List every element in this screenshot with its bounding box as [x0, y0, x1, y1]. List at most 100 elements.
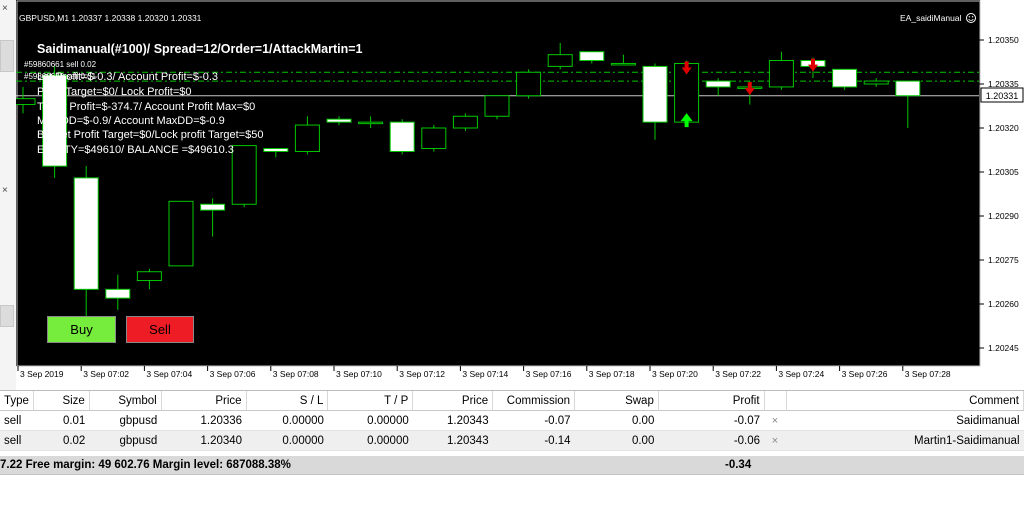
- chart-header: GBPUSD,M1 1.20337 1.20338 1.20320 1.2033…: [19, 13, 202, 23]
- candle-body: [358, 121, 384, 125]
- row-commission: -0.07: [492, 410, 575, 431]
- close-order-icon[interactable]: ×: [764, 430, 786, 451]
- candle-body: [73, 177, 99, 290]
- col-commission[interactable]: Commission: [492, 391, 576, 411]
- candle-body: [452, 115, 478, 129]
- price-axis-panel: [980, 0, 1024, 390]
- candle-body: [263, 148, 289, 152]
- candle: [832, 68, 858, 90]
- price-tick-label: 1.20260: [988, 299, 1019, 309]
- time-tick-label: 3 Sep 07:18: [589, 369, 635, 379]
- navigator-panel-bottom[interactable]: [0, 305, 14, 327]
- close-icon[interactable]: ×: [2, 186, 8, 196]
- row-symbol: gbpusd: [89, 410, 162, 431]
- row-profit: -0.06: [658, 430, 765, 451]
- row-price: 1.20343: [412, 410, 493, 431]
- basket-target-line: Basket Profit Target=$0/Lock profit Targ…: [37, 129, 263, 141]
- time-tick-label: 3 Sep 07:12: [399, 369, 445, 379]
- navigator-panel-top[interactable]: [0, 40, 14, 72]
- candle-body: [200, 203, 226, 211]
- time-tick-label: 3 Sep 07:20: [652, 369, 698, 379]
- row-price: 1.20343: [412, 430, 493, 451]
- time-tick-label: 3 Sep 07:24: [778, 369, 824, 379]
- row-tp: 0.00000: [327, 430, 413, 451]
- candle-body: [547, 54, 573, 67]
- col-type[interactable]: Type: [0, 391, 34, 411]
- col-price[interactable]: Price: [412, 391, 494, 411]
- row-comment: Saidimanual: [786, 410, 1024, 431]
- price-tick-label: 1.20350: [988, 35, 1019, 45]
- candle-body: [389, 121, 415, 152]
- row-commission: -0.14: [492, 430, 575, 451]
- price-tick-label: 1.20305: [988, 167, 1019, 177]
- table-row[interactable]: sell 0.02 gbpusd 1.20340 0.00000 0.00000…: [0, 430, 1024, 451]
- row-type: sell: [0, 430, 34, 451]
- total-profit: -0.34: [725, 459, 752, 471]
- margin-summary: 7.22 Free margin: 49 602.76 Margin level…: [0, 459, 291, 471]
- col-tp[interactable]: T / P: [327, 391, 414, 411]
- row-sl: 0.00000: [246, 410, 328, 431]
- time-tick-label: 3 Sep 2019: [20, 369, 64, 379]
- col-swap[interactable]: Swap: [574, 391, 659, 411]
- candle: [484, 95, 510, 120]
- ea-status-title: Saidimanual(#100)/ Spread=12/Order=1/Att…: [37, 42, 363, 56]
- sell-button[interactable]: Sell: [126, 316, 194, 343]
- navigator-strip: × ×: [0, 0, 17, 390]
- row-swap: 0.00: [574, 430, 659, 451]
- account-summary-row: 7.22 Free margin: 49 602.76 Margin level…: [0, 456, 1024, 475]
- col-comment[interactable]: Comment: [786, 391, 1024, 411]
- profit-target-line: Profit Target=$0/ Lock Profit=$0: [37, 86, 192, 98]
- close-icon[interactable]: ×: [2, 4, 8, 14]
- row-open-price: 1.20336: [161, 410, 247, 431]
- time-tick-label: 3 Sep 07:10: [336, 369, 382, 379]
- candle: [516, 69, 542, 99]
- price-tick-label: 1.20320: [988, 123, 1019, 133]
- today-profit-line: Today Profit=$-374.7/ Account Profit Max…: [37, 101, 255, 113]
- col-profit[interactable]: Profit: [658, 391, 765, 411]
- row-sl: 0.00000: [246, 430, 328, 451]
- candle-body: [484, 95, 510, 117]
- candle-body: [610, 62, 636, 66]
- buy-button[interactable]: Buy: [47, 316, 116, 343]
- price-tick-label: 1.20275: [988, 255, 1019, 265]
- candle: [168, 200, 194, 267]
- table-header-row: Type Size Symbol Price S / L T / P Price…: [0, 391, 1024, 411]
- time-tick-label: 3 Sep 07:02: [83, 369, 129, 379]
- row-swap: 0.00: [574, 410, 659, 431]
- orders-table: Type Size Symbol Price S / L T / P Price…: [0, 391, 1024, 451]
- col-open-price[interactable]: Price: [161, 391, 247, 411]
- col-sl[interactable]: S / L: [246, 391, 329, 411]
- candle-body: [705, 80, 731, 88]
- time-tick-label: 3 Sep 07:16: [526, 369, 572, 379]
- time-tick-label: 3 Sep 07:26: [842, 369, 888, 379]
- table-row[interactable]: sell 0.01 gbpusd 1.20336 0.00000 0.00000…: [0, 410, 1024, 431]
- price-tick-label: 1.20245: [988, 343, 1019, 353]
- candle-body: [326, 118, 352, 123]
- col-size[interactable]: Size: [33, 391, 90, 411]
- close-order-icon[interactable]: ×: [764, 410, 786, 431]
- row-comment: Martin1-Saidimanual: [786, 430, 1024, 451]
- row-size: 0.02: [33, 430, 90, 451]
- mt4-window: × × 1.20350 1.20335 1.20320 1.20305 1.20290 1…: [0, 0, 1024, 505]
- terminal-panel: Type Size Symbol Price S / L T / P Price…: [0, 390, 1024, 505]
- candle-body: [832, 68, 858, 88]
- candle-body: [421, 127, 447, 150]
- candle-body: [642, 65, 668, 123]
- candle-body: [168, 200, 194, 267]
- ea-name: EA_saidiManual: [900, 13, 962, 23]
- candle: [231, 145, 257, 208]
- price-tick-label: 1.20290: [988, 211, 1019, 221]
- candle-body: [768, 60, 794, 88]
- candle-body: [294, 124, 320, 152]
- candle: [452, 113, 478, 131]
- lot-profit-line: Lot Profit=$-0.3/ Account Profit=$-0.3: [37, 71, 218, 83]
- candle-body: [105, 288, 131, 299]
- time-tick-label: 3 Sep 07:14: [462, 369, 508, 379]
- row-size: 0.01: [33, 410, 90, 431]
- row-open-price: 1.20340: [161, 430, 247, 451]
- time-tick-label: 3 Sep 07:04: [146, 369, 192, 379]
- candle: [421, 125, 447, 152]
- time-tick-label: 3 Sep 07:28: [905, 369, 951, 379]
- col-symbol[interactable]: Symbol: [89, 391, 162, 411]
- candle-body: [895, 80, 921, 97]
